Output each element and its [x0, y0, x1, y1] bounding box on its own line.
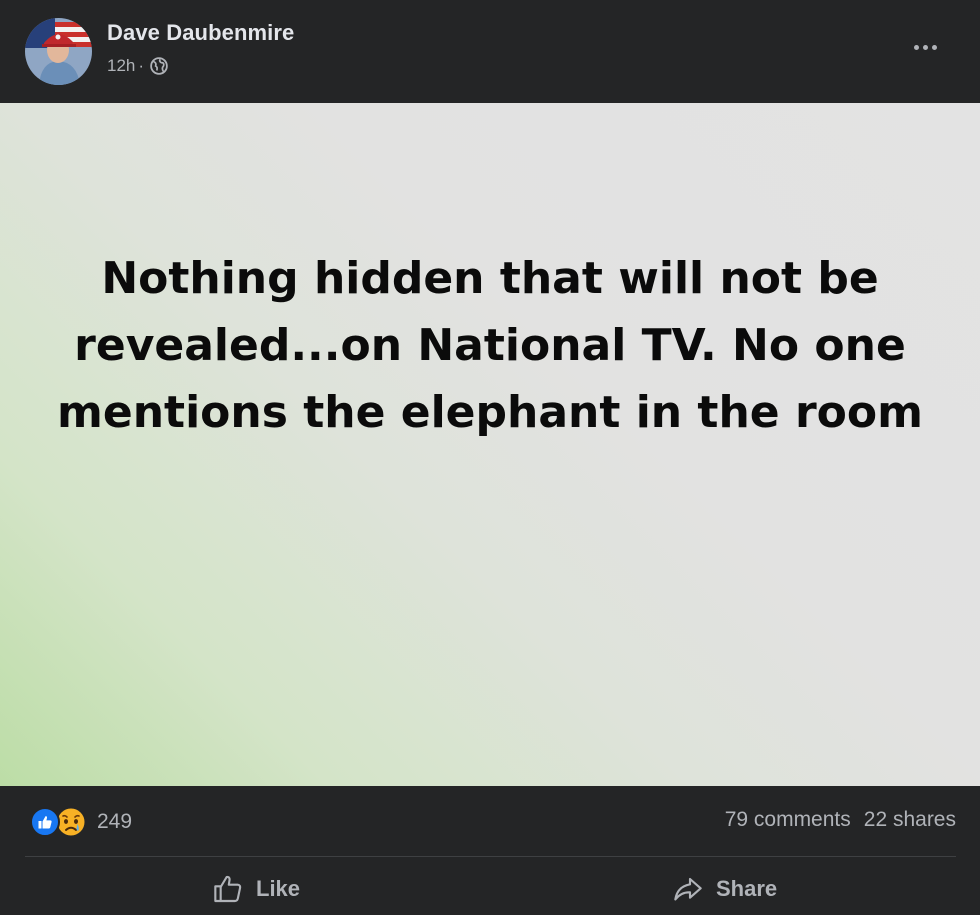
more-dot-icon — [922, 44, 928, 50]
post-time[interactable]: 12h — [107, 56, 135, 76]
like-label: Like — [256, 876, 301, 901]
post-header: Dave Daubenmire 12h · — [0, 0, 980, 103]
reactions-summary[interactable]: 249 — [30, 806, 132, 838]
thumbs-up-icon — [214, 875, 242, 903]
share-arrow-icon — [674, 877, 702, 901]
author-avatar[interactable] — [25, 18, 92, 85]
like-button[interactable]: Like — [212, 869, 300, 909]
share-button[interactable]: Share — [672, 869, 777, 909]
globe-icon[interactable] — [150, 57, 168, 75]
post-actions: Like Share — [0, 857, 980, 915]
like-reaction-icon — [30, 807, 60, 837]
more-dot-icon — [931, 44, 937, 50]
engagement-counts: 79 comments 22 shares — [725, 808, 956, 832]
post-stats: 249 79 comments 22 shares — [0, 786, 980, 856]
share-label: Share — [716, 876, 778, 901]
shares-count-link[interactable]: 22 shares — [864, 808, 956, 832]
author-name[interactable]: Dave Daubenmire — [107, 20, 294, 46]
post-meta: 12h · — [107, 56, 168, 76]
reaction-count: 249 — [97, 810, 133, 833]
more-options-button[interactable] — [905, 32, 945, 62]
post-text: Nothing hidden that will not be revealed… — [57, 253, 923, 438]
more-dot-icon — [913, 44, 919, 50]
meta-separator: · — [138, 56, 145, 75]
comments-count-link[interactable]: 79 comments — [725, 808, 851, 832]
